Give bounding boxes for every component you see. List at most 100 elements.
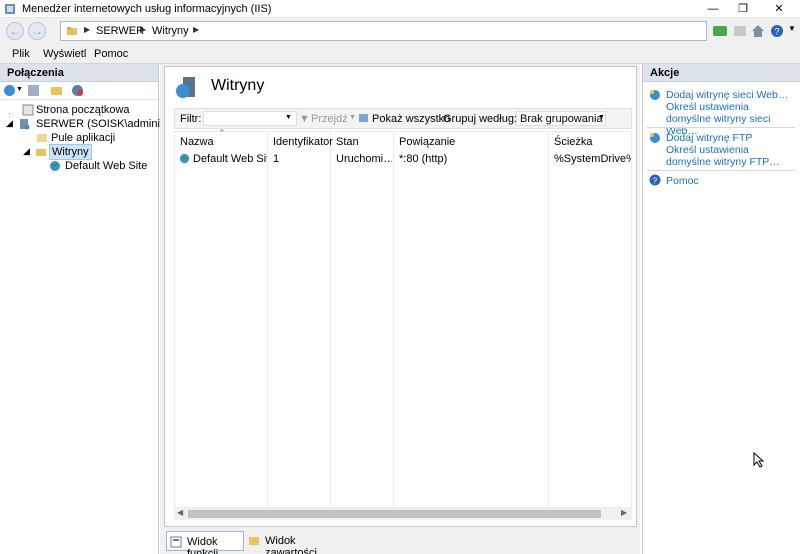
- tab-content-view[interactable]: Widok zawartości: [245, 531, 340, 554]
- table-row[interactable]: Default Web Site: [193, 153, 267, 165]
- iis-app-icon: [5, 4, 15, 14]
- sites-table: Nazwa ⌃ Default Web Site Identyfikator 1…: [174, 128, 633, 509]
- actions-divider: [647, 127, 795, 128]
- column-name: Nazwa ⌃ Default Web Site: [175, 128, 268, 509]
- menu-view[interactable]: Wyświetl: [43, 48, 86, 60]
- expand-arrow-icon[interactable]: ◢: [23, 146, 30, 157]
- header-state[interactable]: Stan: [336, 136, 359, 148]
- mouse-cursor-icon: [753, 452, 765, 468]
- svg-text:?: ?: [653, 177, 658, 186]
- show-all-icon: [359, 114, 368, 122]
- scrollbar-thumb[interactable]: [188, 510, 601, 518]
- back-button[interactable]: ←: [6, 22, 24, 40]
- chevron-down-icon[interactable]: ▼: [788, 24, 796, 33]
- group-by-select[interactable]: Brak grupowania ▼: [516, 111, 606, 126]
- header-path[interactable]: Ścieżka: [554, 136, 593, 148]
- chevron-down-icon[interactable]: ▼: [349, 114, 356, 121]
- globe-icon: [179, 153, 190, 164]
- features-view-icon: [170, 536, 182, 548]
- forward-button[interactable]: →: [28, 22, 46, 40]
- start-page-icon: [22, 104, 34, 116]
- connections-toolbar: ▼: [0, 82, 158, 100]
- actions-panel: Akcje Dodaj witrynę sieci Web… Określ us…: [642, 64, 800, 554]
- column-path: Ścieżka %SystemDrive%\in: [549, 132, 633, 509]
- cell-state: Uruchomi…: [336, 153, 392, 165]
- content-view-icon: [249, 537, 259, 545]
- add-ftp-link[interactable]: Dodaj witrynę FTP: [666, 132, 796, 144]
- add-site-icon: [650, 90, 660, 100]
- tree-item-start-page[interactable]: Strona początkowa: [36, 104, 130, 116]
- help-icon: ?: [649, 174, 661, 186]
- up-folder-icon[interactable]: [50, 84, 63, 97]
- refresh-icon[interactable]: [712, 23, 728, 39]
- cell-path: %SystemDrive%\in: [554, 153, 631, 165]
- tree-connector: ·: [8, 108, 11, 118]
- header-id[interactable]: Identyfikator: [273, 136, 333, 148]
- go-funnel-icon: ▼: [299, 113, 310, 125]
- help-dropdown-icon[interactable]: ?: [770, 23, 786, 39]
- column-state: Stan Uruchomi…: [331, 132, 394, 509]
- page-title: Witryny: [211, 77, 265, 94]
- close-button[interactable]: ✕: [764, 0, 794, 18]
- filter-input[interactable]: [203, 111, 297, 126]
- ftp-defaults-link[interactable]: Określ ustawienia domyślne witryny FTP…: [666, 144, 796, 168]
- go-button[interactable]: Przejdź: [311, 113, 348, 125]
- menu-bar: Plik Wyświetl Pomoc: [0, 44, 800, 64]
- tab-features-view[interactable]: Widok funkcji: [166, 531, 244, 554]
- menu-help[interactable]: Pomoc: [94, 48, 128, 60]
- stop-icon[interactable]: [732, 23, 748, 39]
- cell-binding: *:80 (http): [399, 153, 448, 165]
- help-link[interactable]: Pomoc: [666, 175, 796, 187]
- cell-id: 1: [273, 153, 280, 165]
- actions-title: Akcje: [643, 64, 800, 82]
- save-icon[interactable]: [27, 84, 40, 97]
- svg-text:?: ?: [775, 27, 780, 37]
- filter-toolbar: Filtr: ▼ ▼ Przejdź ▼ Pokaż wszystko Grup…: [174, 108, 632, 129]
- menu-file[interactable]: Plik: [12, 48, 30, 60]
- globe-icon: [50, 161, 60, 171]
- tab-features-label: Widok funkcji: [187, 536, 219, 554]
- group-by-value: Brak grupowania: [520, 113, 603, 125]
- chevron-down-icon[interactable]: ▼: [16, 86, 23, 93]
- column-binding: Powiązanie *:80 (http): [394, 132, 549, 509]
- tab-content-label: Widok zawartości: [265, 535, 317, 554]
- connect-globe-icon[interactable]: [3, 84, 16, 97]
- breadcrumb-witryny[interactable]: Witryny: [152, 25, 189, 37]
- expand-arrow-icon[interactable]: ◢: [6, 118, 13, 129]
- address-bar[interactable]: ▶ SERWER ▶ Witryny ▶: [60, 21, 707, 41]
- tree-item-default-web-site[interactable]: Default Web Site: [65, 160, 147, 172]
- horizontal-scrollbar[interactable]: ◀ ▶: [174, 508, 632, 520]
- header-binding[interactable]: Powiązanie: [399, 136, 455, 148]
- scroll-left-icon[interactable]: ◀: [177, 508, 183, 517]
- folder-icon: [67, 27, 77, 35]
- add-website-link[interactable]: Dodaj witrynę sieci Web…: [666, 89, 796, 101]
- sort-arrow-icon: ⌃: [218, 128, 226, 138]
- tree-item-sites[interactable]: Witryny: [49, 144, 92, 160]
- title-bar: Menedżer internetowych usług informacyjn…: [0, 0, 800, 18]
- column-id: Identyfikator 1: [268, 132, 333, 509]
- header-name[interactable]: Nazwa: [180, 136, 214, 148]
- content-area: Witryny Filtr: ▼ ▼ Przejdź ▼ Pokaż wszys…: [164, 66, 637, 527]
- breadcrumb-serwer[interactable]: SERWER: [96, 25, 144, 37]
- sites-folder-icon: [36, 149, 46, 156]
- restore-button[interactable]: ❐: [728, 0, 758, 18]
- breadcrumb-separator: ▶: [84, 25, 91, 34]
- scroll-right-icon[interactable]: ▶: [621, 508, 627, 517]
- view-tabs: Widok funkcji Widok zawartości: [160, 530, 640, 554]
- chevron-down-icon: ▼: [598, 114, 605, 121]
- chevron-down-icon[interactable]: ▼: [285, 114, 292, 121]
- tree-item-app-pools[interactable]: Pule aplikacji: [51, 132, 115, 144]
- connections-panel: Połączenia ▼ · Strona początkowa ◢ SERWE…: [0, 64, 191, 554]
- minimize-button[interactable]: —: [698, 0, 728, 18]
- actions-divider: [647, 170, 795, 171]
- show-all-button[interactable]: Pokaż wszystko: [372, 113, 450, 125]
- connections-title: Połączenia: [0, 64, 158, 82]
- add-ftp-icon: [650, 133, 660, 143]
- delete-connection-icon[interactable]: [71, 84, 84, 97]
- server-icon: [20, 119, 30, 130]
- home-icon[interactable]: [750, 23, 766, 39]
- filter-label: Filtr:: [180, 113, 202, 125]
- breadcrumb-separator: ▶: [140, 25, 147, 34]
- sites-icon: [176, 77, 195, 98]
- window-title: Menedżer internetowych usług informacyjn…: [22, 3, 272, 15]
